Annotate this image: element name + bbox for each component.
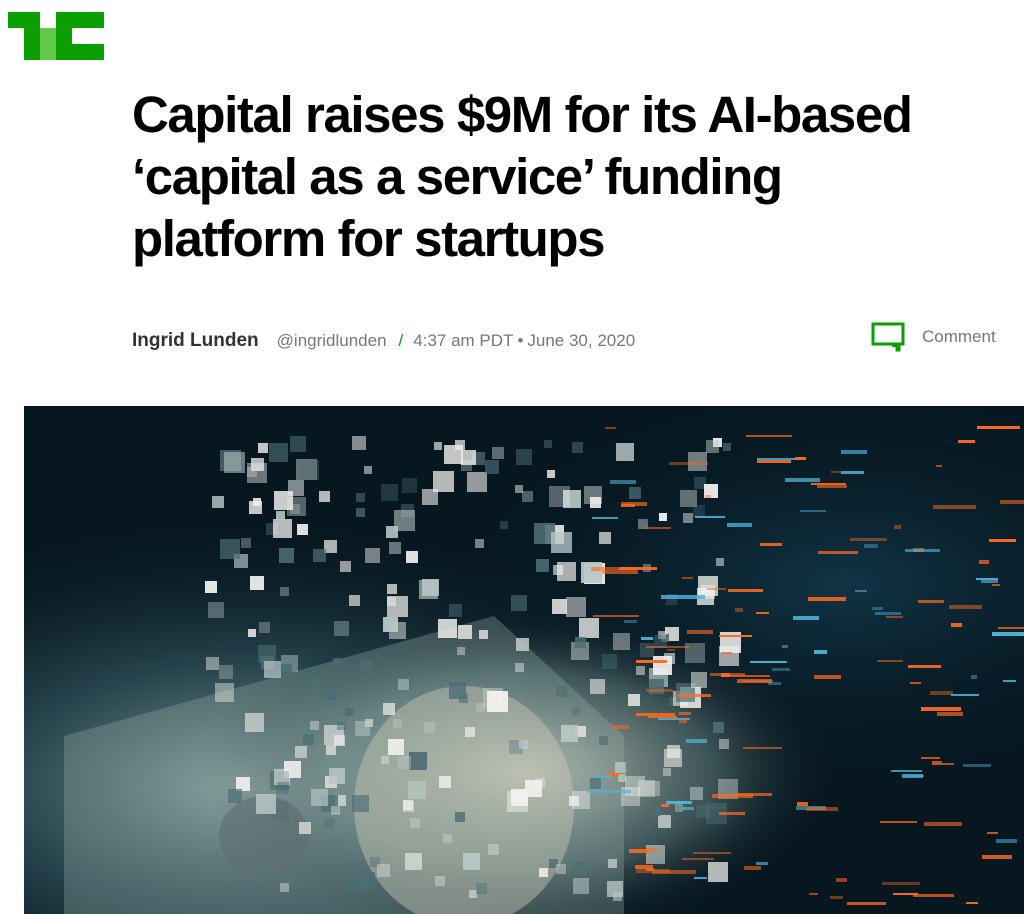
comment-bubble-icon bbox=[871, 322, 905, 352]
comment-button[interactable]: Comment bbox=[870, 320, 996, 354]
techcrunch-logo-icon[interactable] bbox=[8, 12, 104, 60]
article-title: Capital raises $9M for its AI-based ‘cap… bbox=[132, 86, 913, 267]
author-name-link[interactable]: Ingrid Lunden bbox=[132, 330, 259, 352]
publish-date: June 30, 2020 bbox=[527, 331, 636, 350]
byline-bullet: • bbox=[517, 331, 524, 350]
author-handle-link[interactable]: @ingridlunden bbox=[277, 331, 387, 351]
comment-label: Comment bbox=[922, 327, 996, 346]
article-byline: Ingrid Lunden @ingridlunden / 4:37 am PD… bbox=[132, 326, 635, 356]
publish-time: 4:37 am PDT bbox=[413, 331, 514, 350]
byline-separator: / bbox=[398, 331, 404, 350]
hero-image bbox=[24, 406, 1024, 914]
